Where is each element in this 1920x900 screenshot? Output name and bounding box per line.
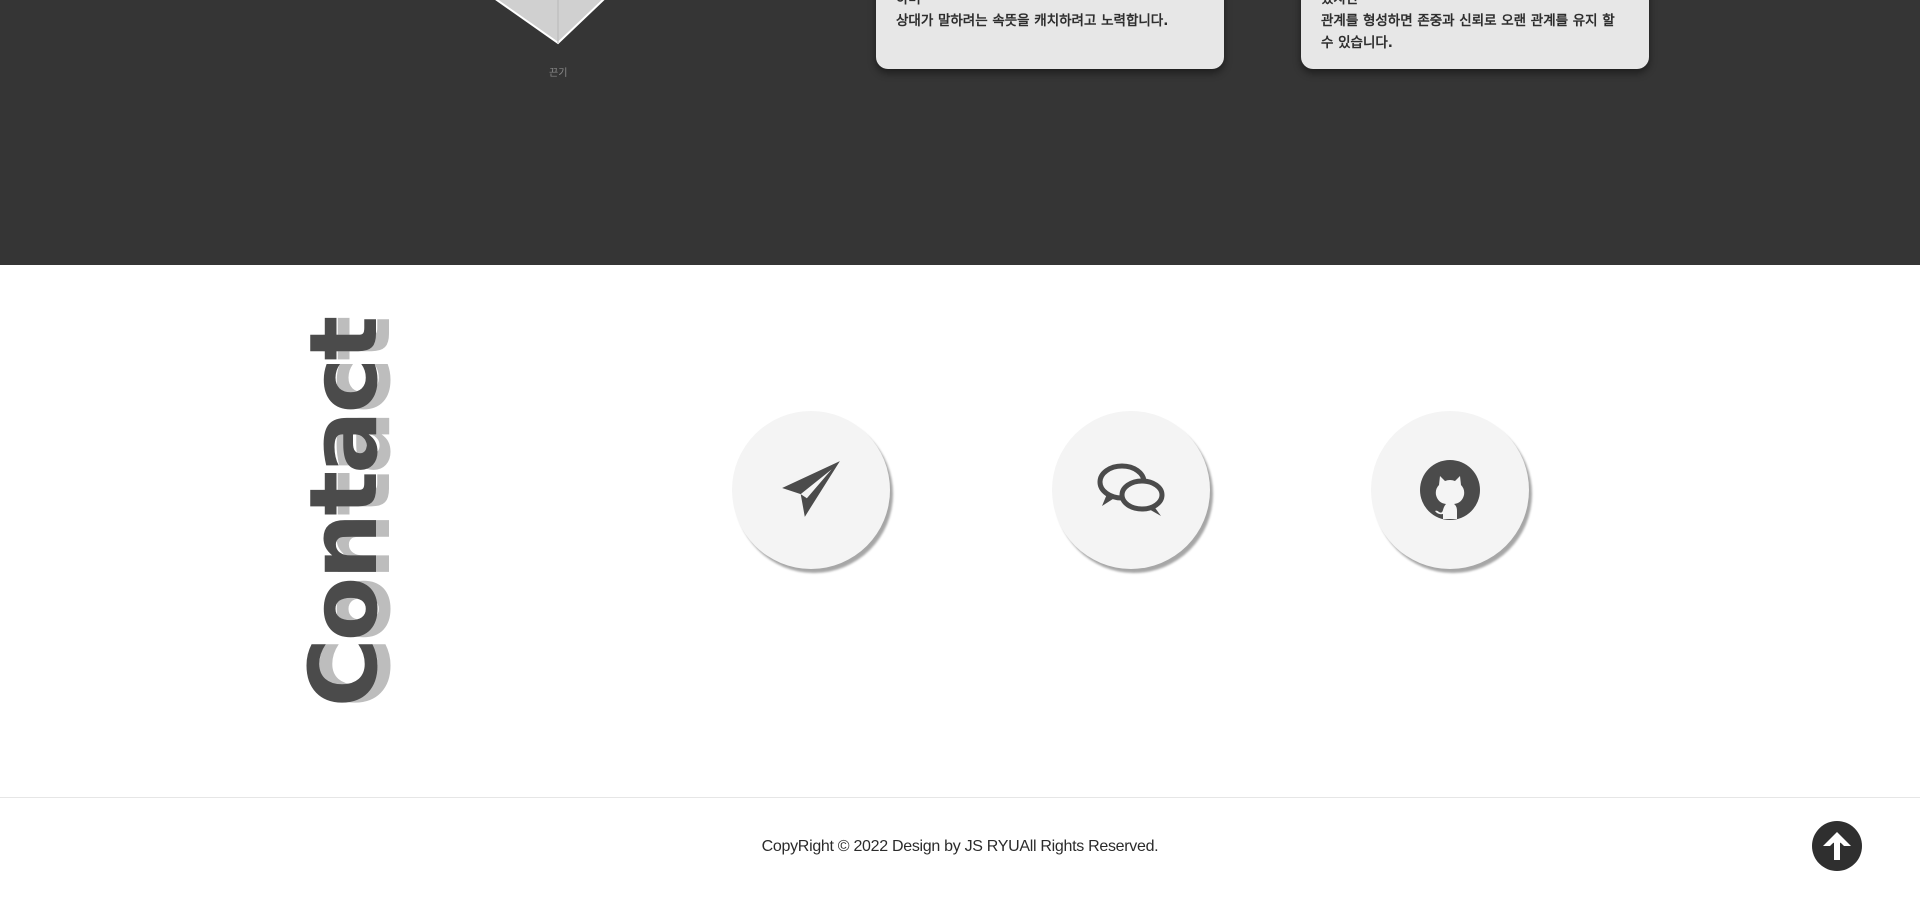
scroll-to-top-button[interactable] bbox=[1812, 821, 1862, 871]
paper-plane-icon bbox=[782, 461, 840, 517]
email-button[interactable] bbox=[732, 411, 890, 569]
chat-bubbles-icon bbox=[1097, 463, 1165, 516]
github-icon bbox=[1420, 460, 1480, 520]
card-text-line: 상대가 말하려는 속뜻을 캐치하려고 노력합니다. bbox=[896, 13, 1169, 29]
skill-card: 하며 상대가 말하려는 속뜻을 캐치하려고 노력합니다. bbox=[876, 0, 1224, 69]
card-text-line: 수 있습니다. bbox=[1321, 35, 1393, 51]
skills-section: 끈기 하며 상대가 말하려는 속뜻을 캐치하려고 노력합니다. 있지만 관계를 … bbox=[0, 0, 1920, 265]
radar-axis-label: 끈기 bbox=[549, 68, 568, 79]
skill-card: 있지만 관계를 형성하면 존중과 신뢰로 오랜 관계를 유지 할 수 있습니다. bbox=[1301, 0, 1649, 69]
card-text-line: 관계를 형성하면 존중과 신뢰로 오랜 관계를 유지 할 bbox=[1321, 13, 1615, 29]
page: 끈기 하며 상대가 말하려는 속뜻을 캐치하려고 노력합니다. 있지만 관계를 … bbox=[0, 0, 1920, 900]
footer-divider bbox=[0, 797, 1920, 798]
contact-title: Contact bbox=[290, 318, 399, 707]
card-text-line: 있지만 bbox=[1321, 0, 1629, 10]
radar-fill bbox=[495, 0, 605, 45]
arrow-up-icon bbox=[1823, 832, 1851, 860]
copyright-text: CopyRight © 2022 Design by JS RYUAll Rig… bbox=[761, 838, 1159, 855]
card-text-line: 하며 bbox=[896, 0, 1204, 10]
github-button[interactable] bbox=[1371, 411, 1529, 569]
chat-button[interactable] bbox=[1052, 411, 1210, 569]
contact-title-wrap: Contact bbox=[290, 318, 399, 707]
